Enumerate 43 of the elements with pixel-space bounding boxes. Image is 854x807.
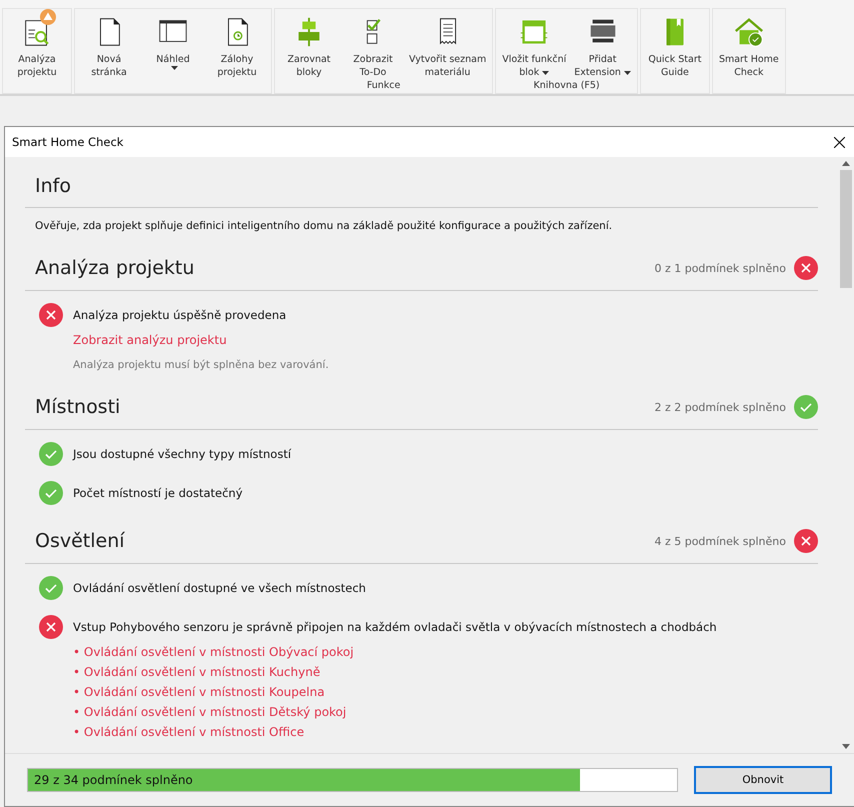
ribbon-button[interactable]: Přidat Extension bbox=[570, 9, 635, 80]
ribbon-button[interactable]: Zarovnat bloky bbox=[277, 9, 341, 80]
scroll-down-icon bbox=[842, 744, 850, 749]
group-label: Knihovna (F5) bbox=[534, 80, 600, 91]
condition-text: Ovládání osvětlení dostupné ve všech místnostech bbox=[73, 581, 366, 595]
progress-text: 29 z 34 podmínek splněno bbox=[34, 773, 193, 787]
caret-icon bbox=[624, 71, 631, 75]
condition-text: Vstup Pohybového senzoru je správně připojen na každém ovladači světla v obývacích místnostech a chodbách bbox=[73, 620, 717, 634]
group-label: Funkce bbox=[366, 80, 400, 91]
condition-note: Analýza projektu musí být splněna bez varování. bbox=[73, 359, 330, 371]
caret-icon bbox=[542, 71, 550, 75]
scroll-up-icon bbox=[842, 161, 850, 166]
failed-room-item: • Ovládání osvětlení v místnosti Office bbox=[73, 725, 306, 739]
condition-text: Analýza projektu úspěšně provedena bbox=[73, 308, 286, 322]
section-summary: 0 z 1 podmínek splněno bbox=[654, 262, 786, 274]
section-title: Osvětlení bbox=[35, 530, 125, 552]
failed-room-item: • Ovládání osvětlení v místnosti Koupelna bbox=[73, 685, 326, 699]
analysis-link[interactable]: Zobrazit analýzu projektu bbox=[73, 333, 818, 347]
section-title: Místnosti bbox=[35, 396, 120, 418]
ribbon-button[interactable]: Nová stránka bbox=[77, 9, 141, 79]
failed-room-item: • Ovládání osvětlení v místnosti Kuchyně bbox=[73, 665, 322, 679]
ribbon-button[interactable]: Quick Start Guide bbox=[642, 9, 707, 79]
ribbon-button[interactable]: Náhled bbox=[141, 9, 205, 79]
section-title: Info bbox=[35, 175, 71, 197]
ribbon-button[interactable]: Analýza projektu bbox=[5, 9, 69, 79]
section-title: Analýza projektu bbox=[35, 257, 194, 279]
description-text: Ověřuje, zda projekt splňuje definici inteligentního domu na základě použité konfigurace a použitých zařízení. bbox=[35, 220, 614, 232]
failed-room-item: • Ovládání osvětlení v místnosti Dětský pokoj bbox=[73, 705, 348, 719]
failed-room-item: • Ovládání osvětlení v místnosti Obývací pokoj bbox=[73, 645, 355, 659]
caret-icon bbox=[171, 66, 178, 70]
section-summary: 2 z 2 podmínek splněno bbox=[654, 400, 786, 414]
ribbon-button[interactable]: Smart Home Check bbox=[714, 9, 783, 79]
ribbon-button[interactable]: Zobrazit To-Do bbox=[341, 9, 405, 80]
condition-text: Jsou dostupné všechny typy místností bbox=[73, 447, 292, 461]
section-summary: 4 z 5 podmínek splněno bbox=[654, 534, 786, 548]
ribbon-button[interactable]: Vytvořit seznam materiálu bbox=[405, 9, 490, 80]
ribbon-button[interactable]: Vložit funkční blok bbox=[498, 9, 570, 80]
scroll-thumb[interactable] bbox=[840, 170, 852, 288]
ribbon-button[interactable]: Zálohy projektu bbox=[205, 9, 269, 79]
refresh-button[interactable]: Obnovit bbox=[694, 766, 832, 794]
close-icon bbox=[834, 136, 844, 148]
window-title: Smart Home Check bbox=[12, 135, 124, 149]
condition-text: Počet místností je dostatečný bbox=[73, 486, 243, 500]
